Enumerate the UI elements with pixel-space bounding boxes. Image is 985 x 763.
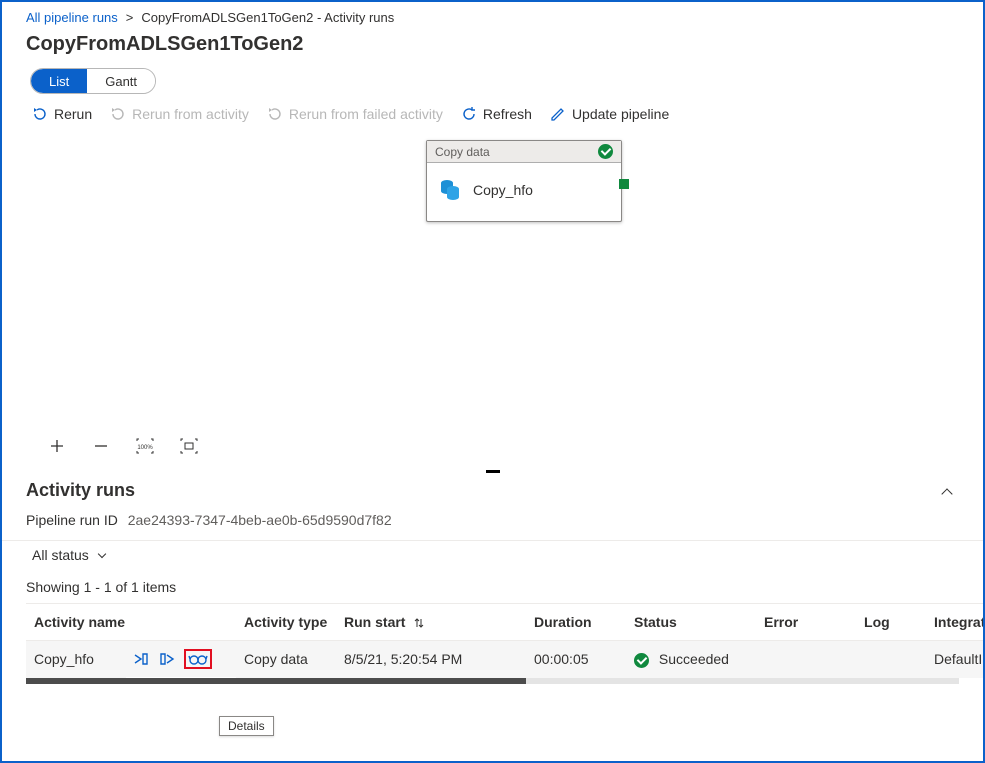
plus-icon (50, 439, 64, 453)
panel-resize-handle[interactable] (486, 470, 500, 473)
col-duration[interactable]: Duration (526, 604, 626, 641)
zoom-in-button[interactable] (46, 435, 68, 457)
cell-status: Succeeded (626, 641, 756, 678)
col-activity-name[interactable]: Activity name (26, 604, 236, 641)
zoom-out-button[interactable] (90, 435, 112, 457)
status-filter-label: All status (32, 547, 89, 563)
view-toggle: List Gantt (30, 68, 156, 94)
scrollbar-thumb[interactable] (26, 678, 526, 684)
output-icon (159, 651, 175, 667)
zoom-controls: 100% (46, 435, 200, 457)
status-filter-dropdown[interactable]: All status (2, 540, 983, 569)
details-button[interactable] (184, 649, 212, 669)
view-tab-gantt[interactable]: Gantt (87, 69, 155, 93)
rerun-from-failed-icon (267, 106, 283, 122)
cell-activity-type: Copy data (236, 641, 336, 678)
activity-runs-header: Activity runs (26, 480, 135, 501)
activity-card-type: Copy data (435, 145, 490, 159)
input-icon (133, 651, 149, 667)
database-copy-icon (437, 177, 463, 203)
rerun-label: Rerun (54, 106, 92, 122)
collapse-section-button[interactable] (935, 480, 959, 504)
items-count-label: Showing 1 - 1 of 1 items (2, 569, 983, 603)
status-text: Succeeded (659, 651, 729, 667)
refresh-button[interactable]: Refresh (461, 106, 532, 122)
chevron-up-icon (941, 488, 952, 499)
activity-card-name: Copy_hfo (473, 182, 533, 198)
input-button[interactable] (132, 650, 150, 668)
chevron-down-icon (98, 550, 106, 558)
svg-text:100%: 100% (137, 445, 153, 451)
rerun-button[interactable]: Rerun (32, 106, 92, 122)
glasses-icon (188, 652, 208, 666)
col-integration-runtime[interactable]: Integration runtime (926, 604, 983, 641)
rerun-from-activity-button: Rerun from activity (110, 106, 249, 122)
rerun-from-activity-label: Rerun from activity (132, 106, 249, 122)
col-error[interactable]: Error (756, 604, 856, 641)
pipeline-canvas[interactable]: Copy data Copy_hfo (26, 130, 959, 468)
col-log[interactable]: Log (856, 604, 926, 641)
cell-run-start: 8/5/21, 5:20:54 PM (336, 641, 526, 678)
breadcrumb-current: CopyFromADLSGen1ToGen2 - Activity runs (141, 10, 394, 25)
refresh-icon (461, 106, 477, 122)
fit-100-icon: 100% (136, 438, 154, 454)
page-title: CopyFromADLSGen1ToGen2 (2, 31, 983, 66)
update-pipeline-button[interactable]: Update pipeline (550, 106, 669, 122)
pencil-icon (550, 106, 566, 122)
update-pipeline-label: Update pipeline (572, 106, 669, 122)
col-activity-type[interactable]: Activity type (236, 604, 336, 641)
cell-integration-runtime: DefaultInteg (926, 641, 983, 678)
pipeline-run-id-value: 2ae24393-7347-4beb-ae0b-65d9590d7f82 (128, 512, 392, 528)
rerun-icon (32, 106, 48, 122)
col-run-start[interactable]: Run start (336, 604, 526, 641)
activity-card-copy-data[interactable]: Copy data Copy_hfo (426, 140, 622, 222)
activity-runs-table: Activity name Activity type Run start Du… (26, 603, 983, 684)
status-success-icon (634, 653, 649, 668)
cell-error (756, 641, 856, 678)
horizontal-scrollbar[interactable] (26, 678, 959, 684)
zoom-fit-button[interactable] (178, 435, 200, 457)
output-button[interactable] (158, 650, 176, 668)
breadcrumb-root-link[interactable]: All pipeline runs (26, 10, 118, 25)
table-header-row: Activity name Activity type Run start Du… (26, 604, 983, 641)
fit-screen-icon (180, 438, 198, 454)
table-row[interactable]: Copy_hfo Copy (26, 641, 983, 678)
minus-icon (94, 439, 108, 453)
breadcrumb-separator: > (126, 10, 134, 25)
zoom-reset-button[interactable]: 100% (134, 435, 156, 457)
cell-duration: 00:00:05 (526, 641, 626, 678)
sort-icon (413, 617, 425, 629)
toolbar: Rerun Rerun from activity Rerun from fai… (2, 104, 983, 130)
activity-output-handle[interactable] (619, 179, 629, 189)
col-run-start-label: Run start (344, 614, 405, 630)
cell-log (856, 641, 926, 678)
success-icon (598, 144, 613, 159)
cell-activity-name: Copy_hfo (26, 641, 126, 678)
view-tab-list[interactable]: List (31, 69, 87, 93)
col-status[interactable]: Status (626, 604, 756, 641)
details-tooltip: Details (219, 716, 274, 736)
pipeline-run-id-label: Pipeline run ID (26, 512, 118, 528)
rerun-from-failed-button: Rerun from failed activity (267, 106, 443, 122)
rerun-from-activity-icon (110, 106, 126, 122)
rerun-from-failed-label: Rerun from failed activity (289, 106, 443, 122)
refresh-label: Refresh (483, 106, 532, 122)
breadcrumb: All pipeline runs > CopyFromADLSGen1ToGe… (2, 2, 983, 31)
